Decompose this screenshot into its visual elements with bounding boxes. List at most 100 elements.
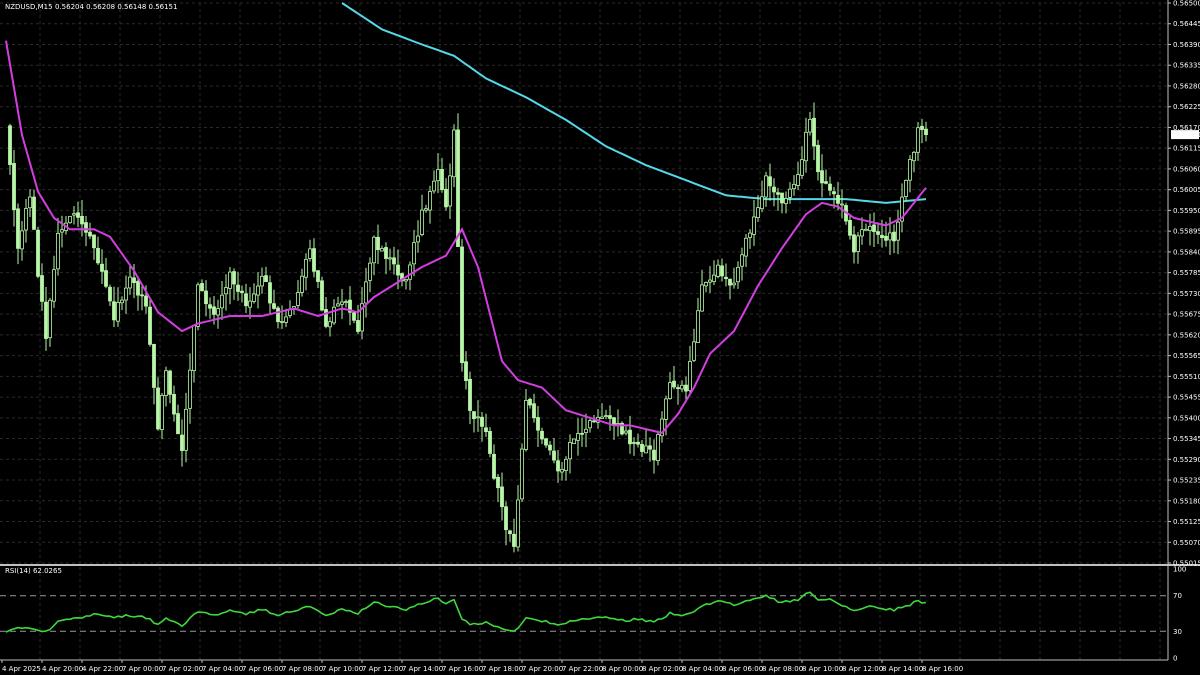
candle-body: [260, 275, 264, 287]
candle-body: [624, 430, 628, 434]
time-tick-label: 8 Apr 00:00: [602, 665, 643, 673]
candle-body: [236, 284, 240, 292]
candle-body: [772, 186, 776, 193]
candle-body: [492, 453, 496, 479]
candle-body: [192, 324, 196, 372]
candle-body: [136, 280, 140, 296]
candle-body: [912, 151, 916, 162]
ohlc-values: 0.56204 0.56208 0.56148 0.56151: [55, 3, 177, 11]
price-tick-label: 0.56060: [1173, 165, 1200, 173]
candle-body: [640, 443, 644, 452]
candle-body: [88, 231, 92, 237]
candle-body: [336, 303, 340, 307]
candle-body: [824, 181, 828, 184]
candle-body: [404, 278, 408, 282]
candle-body: [280, 321, 284, 323]
candle-body: [816, 144, 820, 173]
candle-body: [208, 304, 212, 309]
candle-body: [532, 403, 536, 419]
price-tick-label: 0.55730: [1173, 290, 1200, 298]
candle-body: [876, 231, 880, 235]
candle-body: [580, 432, 584, 435]
candle-body: [788, 188, 792, 198]
candle-body: [140, 294, 144, 297]
price-tick-label: 0.55950: [1173, 207, 1200, 215]
candle-body: [160, 395, 164, 430]
candle-body: [732, 282, 736, 286]
candle-body: [880, 234, 884, 239]
candle-body: [84, 222, 88, 233]
candle-body: [364, 281, 368, 304]
candle-body: [16, 208, 20, 249]
candle-body: [252, 293, 256, 302]
rsi-tick-label: 0: [1173, 655, 1177, 663]
candle-body: [864, 228, 868, 231]
candle-body: [724, 276, 728, 280]
rsi-tick-label: 100: [1173, 566, 1186, 574]
candle-body: [828, 183, 832, 191]
price-tick-label: 0.56225: [1173, 103, 1200, 111]
candle-body: [892, 231, 896, 242]
candle-body: [380, 248, 384, 252]
symbol-header: NZDUSD,M15: [5, 3, 53, 11]
candle-body: [108, 286, 112, 302]
candle-body: [812, 117, 816, 147]
candle-body: [52, 269, 56, 302]
candle-body: [760, 196, 764, 210]
candle-body: [284, 316, 288, 323]
candle-body: [884, 235, 888, 241]
candle-body: [444, 188, 448, 208]
candle-body: [24, 208, 28, 231]
candle-body: [736, 266, 740, 283]
time-tick-label: 7 Apr 18:00: [482, 665, 523, 673]
price-tick-label: 0.56280: [1173, 82, 1200, 90]
candle-body: [840, 203, 844, 206]
candle-body: [508, 530, 512, 535]
candle-body: [368, 262, 372, 281]
candle-body: [204, 290, 208, 305]
candle-body: [40, 275, 44, 302]
candle-body: [220, 294, 224, 309]
candle-body: [172, 393, 176, 415]
time-tick-label: 7 Apr 22:00: [562, 665, 603, 673]
price-chart[interactable]: 0.56500 0.56445 0.56390 0.56335 0.56280 0.562…: [0, 0, 1200, 675]
candle-body: [820, 170, 824, 184]
candle-body: [316, 270, 320, 282]
candle-body: [168, 370, 172, 395]
candle-body: [872, 224, 876, 232]
candle-body: [592, 420, 596, 423]
candle-body: [756, 207, 760, 219]
candle-body: [228, 271, 232, 289]
candle-body: [644, 445, 648, 454]
candle-body: [792, 183, 796, 190]
time-tick-label: 7 Apr 16:00: [442, 665, 483, 673]
candle-body: [708, 279, 712, 283]
rsi-tick-label: 30: [1173, 628, 1182, 636]
candle-body: [132, 277, 136, 284]
candle-body: [924, 128, 928, 136]
candle-body: [692, 341, 696, 361]
candle-body: [908, 159, 912, 181]
price-tick-label: 0.56445: [1173, 20, 1200, 28]
time-tick-label: 7 Apr 20:00: [522, 665, 563, 673]
time-tick-label: 8 Apr 02:00: [642, 665, 683, 673]
candle-body: [300, 275, 304, 293]
price-tick-label: 0.55235: [1173, 477, 1200, 485]
price-tick-label: 0.55455: [1173, 394, 1200, 402]
candle-body: [576, 433, 580, 441]
candle-body: [688, 361, 692, 392]
candle-body: [672, 380, 676, 388]
candle-body: [332, 306, 336, 324]
time-tick-label: 7 Apr 06:00: [242, 665, 283, 673]
candle-body: [700, 284, 704, 312]
candle-body: [504, 506, 508, 531]
candle-body: [396, 264, 400, 276]
candle-body: [740, 254, 744, 267]
candle-body: [656, 434, 660, 462]
candle-body: [384, 247, 388, 259]
candle-body: [76, 212, 80, 218]
candle-body: [392, 257, 396, 265]
candle-body: [536, 417, 540, 431]
candle-body: [428, 191, 432, 211]
rsi-tick-label: 70: [1173, 592, 1182, 600]
